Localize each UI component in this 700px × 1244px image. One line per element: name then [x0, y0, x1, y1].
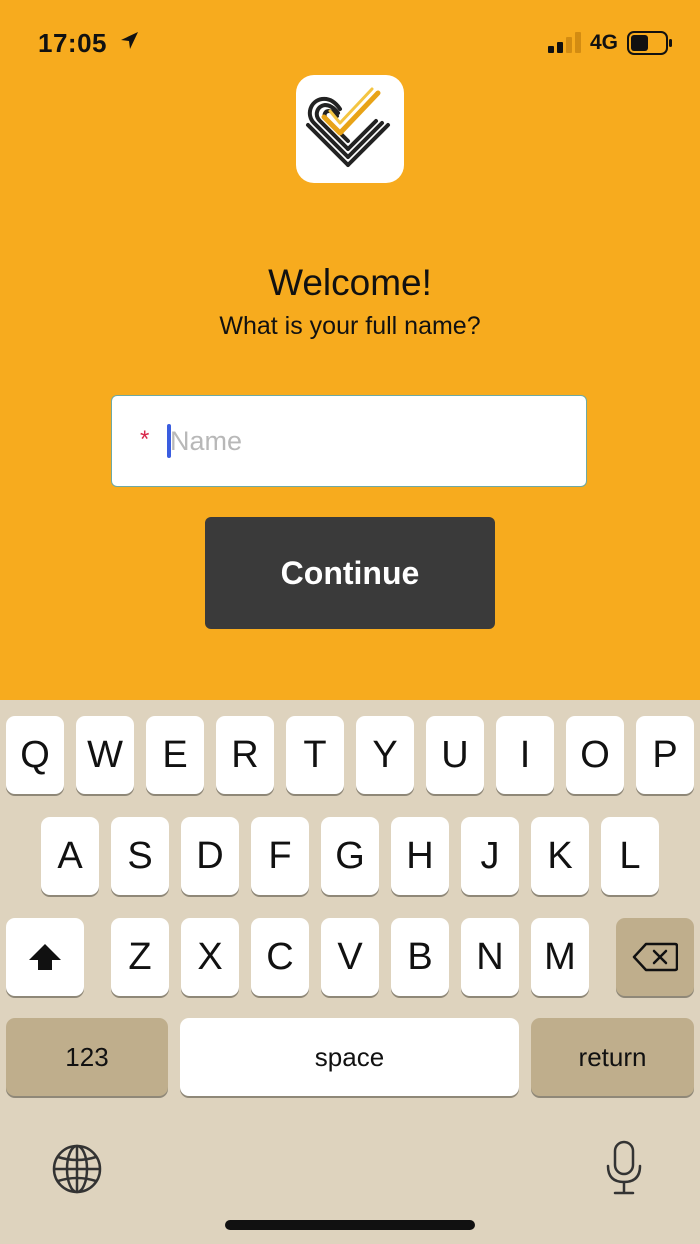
globe-icon[interactable]: [51, 1143, 103, 1195]
network-type: 4G: [590, 31, 619, 54]
key-f[interactable]: F: [251, 817, 309, 895]
shift-key[interactable]: [6, 918, 84, 996]
numbers-key[interactable]: 123: [6, 1018, 168, 1096]
key-m[interactable]: M: [531, 918, 589, 996]
welcome-subtitle: What is your full name?: [219, 312, 481, 340]
required-asterisk: *: [140, 426, 150, 453]
key-l[interactable]: L: [601, 817, 659, 895]
key-x[interactable]: X: [181, 918, 239, 996]
location-arrow-icon: [121, 32, 138, 49]
backspace-icon: [632, 942, 678, 972]
backspace-key[interactable]: [616, 918, 694, 996]
key-z[interactable]: Z: [111, 918, 169, 996]
status-time: 17:05: [38, 28, 107, 58]
key-h[interactable]: H: [391, 817, 449, 895]
key-r[interactable]: R: [216, 716, 274, 794]
key-u[interactable]: U: [426, 716, 484, 794]
key-q[interactable]: Q: [6, 716, 64, 794]
heart-check-logo-icon: [306, 87, 390, 167]
key-a[interactable]: A: [41, 817, 99, 895]
key-n[interactable]: N: [461, 918, 519, 996]
app-logo: [296, 75, 404, 183]
shift-icon: [29, 944, 61, 970]
key-c[interactable]: C: [251, 918, 309, 996]
key-g[interactable]: G: [321, 817, 379, 895]
key-e[interactable]: E: [146, 716, 204, 794]
key-t[interactable]: T: [286, 716, 344, 794]
key-k[interactable]: K: [531, 817, 589, 895]
signal-bars-icon: [548, 32, 581, 53]
key-s[interactable]: S: [111, 817, 169, 895]
return-key[interactable]: return: [531, 1018, 694, 1096]
keyboard: Q W E R T Y U I O P A S D F G H J K L Z …: [0, 700, 700, 1244]
continue-button[interactable]: Continue: [205, 517, 495, 629]
home-indicator: [225, 1220, 475, 1230]
key-d[interactable]: D: [181, 817, 239, 895]
key-j[interactable]: J: [461, 817, 519, 895]
key-i[interactable]: I: [496, 716, 554, 794]
key-w[interactable]: W: [76, 716, 134, 794]
space-key[interactable]: space: [180, 1018, 519, 1096]
key-b[interactable]: B: [391, 918, 449, 996]
name-field[interactable]: *: [111, 395, 587, 487]
key-o[interactable]: O: [566, 716, 624, 794]
key-v[interactable]: V: [321, 918, 379, 996]
key-p[interactable]: P: [636, 716, 694, 794]
microphone-icon[interactable]: [604, 1140, 644, 1196]
battery-icon: [627, 31, 672, 55]
key-y[interactable]: Y: [356, 716, 414, 794]
name-input[interactable]: [170, 418, 570, 464]
welcome-title: Welcome!: [268, 262, 432, 303]
